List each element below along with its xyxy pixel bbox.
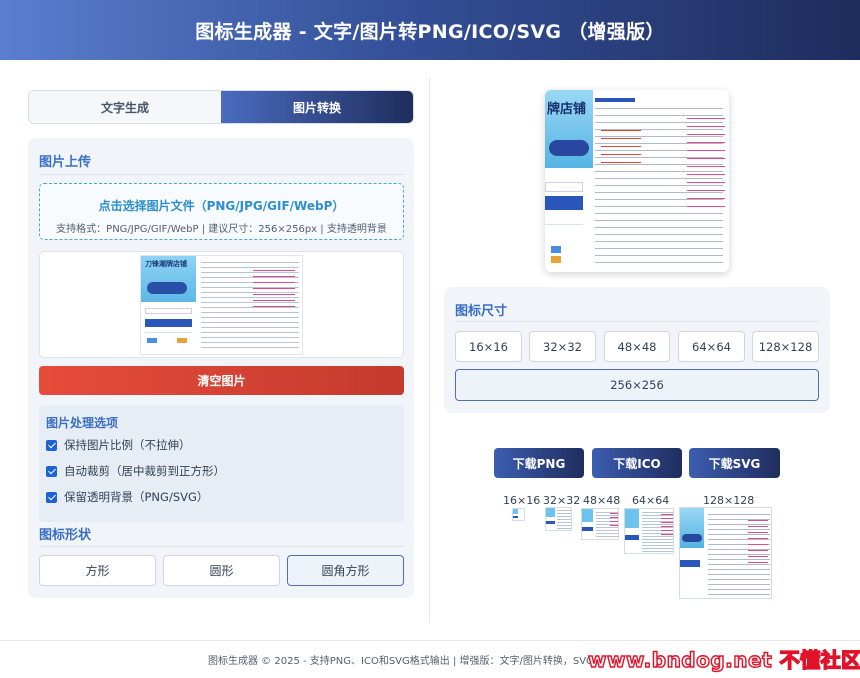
keep-transparency-checkbox[interactable] <box>46 491 57 503</box>
preview-banner-title: 牌店铺 <box>547 102 587 117</box>
thumbnail-list-highlight <box>253 270 295 310</box>
shape-rounded-square-button[interactable]: 圆角方形 <box>287 555 404 586</box>
processing-options-title: 图片处理选项 <box>46 416 119 430</box>
preview-list-highlight <box>687 118 725 208</box>
upload-section-title: 图片上传 <box>39 155 92 170</box>
preview-menu-divider <box>545 224 583 225</box>
preview-icon <box>551 246 561 253</box>
app-header: 图标生成器 - 文字/图片转PNG/ICO/SVG （增强版） <box>0 0 860 60</box>
preview-label-48: 48×48 <box>583 494 621 507</box>
preview-list-accent <box>601 130 641 170</box>
preview-menu-active <box>545 196 583 210</box>
preview-icon-64 <box>624 508 674 554</box>
preview-banner: 牌店铺 <box>545 90 593 168</box>
preview-icon-48 <box>581 508 619 540</box>
download-svg-button[interactable]: 下载SVG <box>689 448 780 478</box>
thumbnail-menu-active <box>145 319 192 327</box>
thumbnail-menu-line <box>145 308 192 314</box>
section-divider <box>39 546 404 547</box>
size-16-button[interactable]: 16×16 <box>455 331 522 362</box>
download-png-button[interactable]: 下载PNG <box>494 448 584 478</box>
preview-label-32: 32×32 <box>543 494 581 507</box>
preview-menu-line <box>545 182 583 192</box>
thumbnail-icon <box>177 338 187 343</box>
column-divider <box>429 78 430 623</box>
preview-icon-32 <box>545 507 572 531</box>
clear-image-button[interactable]: 清空图片 <box>39 366 404 395</box>
download-ico-button[interactable]: 下载ICO <box>592 448 682 478</box>
option-keep-aspect: 保持图片比例（不拉伸） <box>46 437 191 453</box>
preview-label-16: 16×16 <box>503 494 541 507</box>
thumbnail-shoe-image <box>147 282 187 294</box>
size-256-button[interactable]: 256×256 <box>455 369 819 401</box>
shape-circle-button[interactable]: 圆形 <box>163 555 280 586</box>
tab-image-convert[interactable]: 图片转换 <box>221 91 413 123</box>
site-watermark: www.bndog.net 不懂社区 <box>587 647 860 672</box>
footer-divider <box>0 640 860 641</box>
mode-tabs: 文字生成 图片转换 <box>28 90 414 124</box>
section-divider <box>39 174 404 175</box>
preview-shoe-image <box>549 140 589 156</box>
thumbnail-icon <box>147 338 157 343</box>
uploaded-image-thumbnail: 刀锋潮牌店铺 <box>140 255 303 355</box>
preview-icon <box>551 256 561 263</box>
option-label: 保持图片比例（不拉伸） <box>64 438 191 452</box>
page-title: 图标生成器 - 文字/图片转PNG/ICO/SVG （增强版） <box>195 20 665 43</box>
dropzone-title: 点击选择图片文件（PNG/JPG/GIF/WebP） <box>98 199 345 213</box>
preview-icon-16 <box>512 508 525 521</box>
image-upload-dropzone[interactable]: 点击选择图片文件（PNG/JPG/GIF/WebP） 支持格式：PNG/JPG/… <box>39 183 404 240</box>
size-32-button[interactable]: 32×32 <box>529 331 596 362</box>
size-64-button[interactable]: 64×64 <box>678 331 745 362</box>
footer-text: 图标生成器 © 2025 - 支持PNG、ICO和SVG格式输出 | 增强版：文… <box>208 656 594 667</box>
shape-square-button[interactable]: 方形 <box>39 555 156 586</box>
section-divider <box>455 321 819 322</box>
icon-main-preview: 牌店铺 <box>545 90 729 272</box>
option-auto-crop: 自动裁剪（居中裁剪到正方形） <box>46 463 225 479</box>
preview-list-header <box>595 98 635 102</box>
size-48-button[interactable]: 48×48 <box>604 331 670 362</box>
option-label: 保留透明背景（PNG/SVG） <box>64 490 209 504</box>
size-128-button[interactable]: 128×128 <box>752 331 819 362</box>
option-label: 自动裁剪（居中裁剪到正方形） <box>64 464 225 478</box>
dropzone-hint: 支持格式：PNG/JPG/GIF/WebP | 建议尺寸：256×256px |… <box>56 224 387 235</box>
auto-crop-checkbox[interactable] <box>46 465 57 477</box>
size-section-title: 图标尺寸 <box>455 304 508 319</box>
preview-label-64: 64×64 <box>632 494 670 507</box>
preview-label-128: 128×128 <box>703 494 755 507</box>
shape-section-title: 图标形状 <box>39 528 92 543</box>
thumbnail-banner: 刀锋潮牌店铺 <box>141 256 196 302</box>
preview-icon-128 <box>679 507 772 599</box>
uploaded-image-preview: 刀锋潮牌店铺 <box>39 251 404 358</box>
keep-aspect-checkbox[interactable] <box>46 439 57 451</box>
tab-text-generate[interactable]: 文字生成 <box>29 91 221 123</box>
thumbnail-menu-divider <box>145 332 192 333</box>
option-keep-transparency: 保留透明背景（PNG/SVG） <box>46 489 208 505</box>
thumbnail-banner-title: 刀锋潮牌店铺 <box>145 260 187 268</box>
